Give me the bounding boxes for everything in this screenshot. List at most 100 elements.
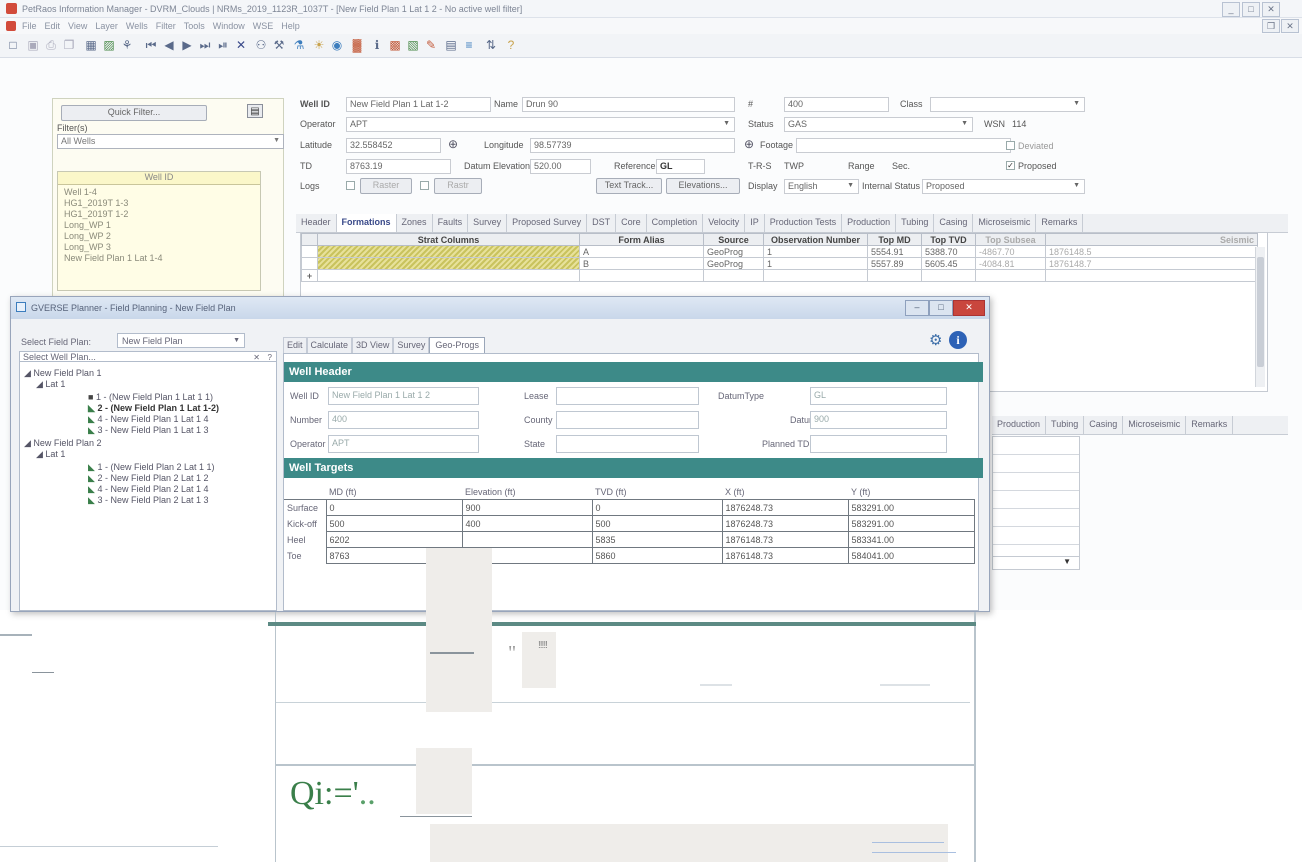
planner-minimize-button[interactable]: – bbox=[905, 300, 929, 316]
column-header[interactable]: Top TVD bbox=[921, 233, 976, 246]
tree-item[interactable]: ◢ Lat 1 bbox=[36, 379, 65, 390]
scrollbar-thumb[interactable] bbox=[1257, 257, 1264, 367]
tab-survey[interactable]: Survey bbox=[468, 214, 508, 232]
internal-status-select[interactable]: Proposed ▼ bbox=[922, 179, 1085, 194]
planned-td-field[interactable] bbox=[810, 435, 947, 453]
tab-casing[interactable]: Casing bbox=[934, 214, 974, 232]
table-cell[interactable]: 5554.91 bbox=[867, 245, 922, 258]
column-header[interactable]: Observation Number bbox=[763, 233, 868, 246]
table-cell[interactable]: 5605.45 bbox=[921, 257, 976, 270]
table-cell[interactable]: 583341.00 bbox=[847, 531, 975, 548]
tab-completion[interactable]: Completion bbox=[647, 214, 704, 232]
table-cell[interactable]: GeoProg bbox=[703, 257, 764, 270]
well-icon[interactable]: ◉ bbox=[330, 38, 344, 52]
column-header[interactable]: Strat Columns bbox=[317, 233, 580, 246]
table-cell[interactable]: 5557.89 bbox=[867, 257, 922, 270]
list-item[interactable]: HG1_2019T 1-2 bbox=[64, 209, 260, 220]
chart-icon[interactable]: ▨ bbox=[102, 38, 116, 52]
table-cell[interactable]: 583291.00 bbox=[847, 515, 975, 532]
menu-help[interactable]: Help bbox=[281, 21, 300, 31]
tree-item[interactable]: ◣ 1 - (New Field Plan 2 Lat 1 1) bbox=[88, 462, 215, 473]
raster-checkbox[interactable] bbox=[346, 181, 355, 190]
operator-select[interactable]: APT ▼ bbox=[346, 117, 735, 132]
tree-item[interactable]: ■ 1 - (New Field Plan 1 Lat 1 1) bbox=[88, 392, 213, 403]
operator-field[interactable]: APT bbox=[328, 435, 479, 453]
tree-item[interactable]: ◢ New Field Plan 1 bbox=[24, 368, 101, 379]
table-cell[interactable]: 5388.70 bbox=[921, 245, 976, 258]
print-icon[interactable]: ⎙ bbox=[44, 38, 58, 52]
table-row[interactable]: A GeoProg 1 5554.91 5388.70 -4867.70 187… bbox=[301, 245, 1258, 258]
child-close-button[interactable]: ✕ bbox=[1281, 19, 1299, 33]
column-header[interactable]: Form Alias bbox=[579, 233, 704, 246]
paint-icon[interactable]: ⚗ bbox=[292, 38, 306, 52]
minimize-button[interactable]: _ bbox=[1222, 2, 1240, 17]
info-icon[interactable]: ℹ bbox=[370, 38, 384, 52]
add-icon[interactable]: ⏯ bbox=[216, 38, 230, 52]
table-cell[interactable]: 584041.00 bbox=[847, 547, 975, 564]
tab-microseismic[interactable]: Microseismic bbox=[973, 214, 1037, 232]
tree-item[interactable]: ◢ New Field Plan 2 bbox=[24, 438, 101, 449]
copy-icon[interactable]: ❐ bbox=[62, 38, 76, 52]
display-select[interactable]: English ▼ bbox=[784, 179, 859, 194]
lower-dropdown[interactable]: ▼ bbox=[992, 556, 1080, 570]
datum-elevation-field[interactable]: 520.00 bbox=[530, 159, 591, 174]
menu-edit[interactable]: Edit bbox=[45, 21, 61, 31]
list-item[interactable]: Well 1-4 bbox=[64, 187, 260, 198]
child-restore-button[interactable]: ❒ bbox=[1262, 19, 1280, 33]
grid-icon[interactable]: ▦ bbox=[84, 38, 98, 52]
menu-window[interactable]: Window bbox=[213, 21, 245, 31]
tab-production[interactable]: Production bbox=[992, 416, 1047, 434]
deviated-checkbox[interactable] bbox=[1006, 141, 1015, 150]
tree-item[interactable]: ◣ 4 - New Field Plan 2 Lat 1 4 bbox=[88, 484, 209, 495]
tab-geo-progs[interactable]: Geo-Progs bbox=[429, 337, 485, 353]
globe-icon[interactable]: ⊕ bbox=[744, 137, 754, 151]
table-row[interactable]: Surface 0 900 0 1876248.73 583291.00 bbox=[284, 499, 975, 516]
table-row[interactable]: Heel 6202 5835 1876148.73 583341.00 bbox=[284, 531, 975, 548]
table-cell[interactable]: 1876148.73 bbox=[721, 531, 849, 548]
tab-production-tests[interactable]: Production Tests bbox=[765, 214, 843, 232]
tag-icon[interactable]: ☀ bbox=[312, 38, 326, 52]
hash-field[interactable]: 400 bbox=[784, 97, 889, 112]
tab-3d-view[interactable]: 3D View bbox=[352, 337, 394, 353]
chart-line-icon[interactable]: ≡ bbox=[462, 38, 476, 52]
table-row[interactable]: Toe 8763 5860 1876148.73 584041.00 bbox=[284, 547, 975, 564]
prev-icon[interactable]: ◀ bbox=[162, 38, 176, 52]
delete-icon[interactable]: ✕ bbox=[234, 38, 248, 52]
table-cell[interactable]: A bbox=[579, 245, 704, 258]
save-icon[interactable]: ▣ bbox=[26, 38, 40, 52]
longitude-field[interactable]: 98.57739 bbox=[530, 138, 735, 153]
tab-casing[interactable]: Casing bbox=[1084, 416, 1124, 434]
table-row-new[interactable]: + bbox=[301, 269, 1258, 282]
menu-layer[interactable]: Layer bbox=[95, 21, 118, 31]
lease-field[interactable] bbox=[556, 387, 699, 405]
calendar-icon[interactable]: ▤ bbox=[444, 38, 458, 52]
table-cell[interactable]: -4867.70 bbox=[975, 245, 1046, 258]
tree-item[interactable]: ◣ 2 - New Field Plan 2 Lat 1 2 bbox=[88, 473, 209, 484]
new-doc-icon[interactable]: □ bbox=[6, 38, 20, 52]
table-cell[interactable]: 400 bbox=[461, 515, 593, 532]
table-cell[interactable]: 1876148.7 bbox=[1045, 257, 1258, 270]
tab-header[interactable]: Header bbox=[296, 214, 337, 232]
list-item[interactable]: New Field Plan 1 Lat 1-4 bbox=[64, 253, 260, 264]
datum-field[interactable]: 900 bbox=[810, 411, 947, 429]
table-cell[interactable]: 1876248.73 bbox=[721, 499, 849, 516]
table-row[interactable]: B GeoProg 1 5557.89 5605.45 -4084.81 187… bbox=[301, 257, 1258, 270]
tree-item[interactable]: ◢ Lat 1 bbox=[36, 449, 65, 460]
row-selector[interactable] bbox=[301, 245, 318, 258]
elevations-button[interactable]: Elevations... bbox=[666, 178, 740, 194]
tree-item[interactable]: ◣ 4 - New Field Plan 1 Lat 1 4 bbox=[88, 414, 209, 425]
tab-proposed-survey[interactable]: Proposed Survey bbox=[507, 214, 588, 232]
menu-tools[interactable]: Tools bbox=[184, 21, 205, 31]
status-select[interactable]: GAS ▼ bbox=[784, 117, 973, 132]
text-track-button[interactable]: Text Track... bbox=[596, 178, 662, 194]
tab-microseismic[interactable]: Microseismic bbox=[1123, 416, 1187, 434]
binoculars-icon[interactable]: ⚇ bbox=[254, 38, 268, 52]
row-selector[interactable] bbox=[301, 257, 318, 270]
menu-filter[interactable]: Filter bbox=[156, 21, 176, 31]
tab-ip[interactable]: IP bbox=[745, 214, 765, 232]
table-cell[interactable]: 5860 bbox=[591, 547, 723, 564]
menu-view[interactable]: View bbox=[68, 21, 87, 31]
filter-select[interactable]: All Wells ▼ bbox=[57, 134, 284, 149]
tab-formations[interactable]: Formations bbox=[336, 214, 397, 232]
table-cell[interactable] bbox=[461, 531, 593, 548]
